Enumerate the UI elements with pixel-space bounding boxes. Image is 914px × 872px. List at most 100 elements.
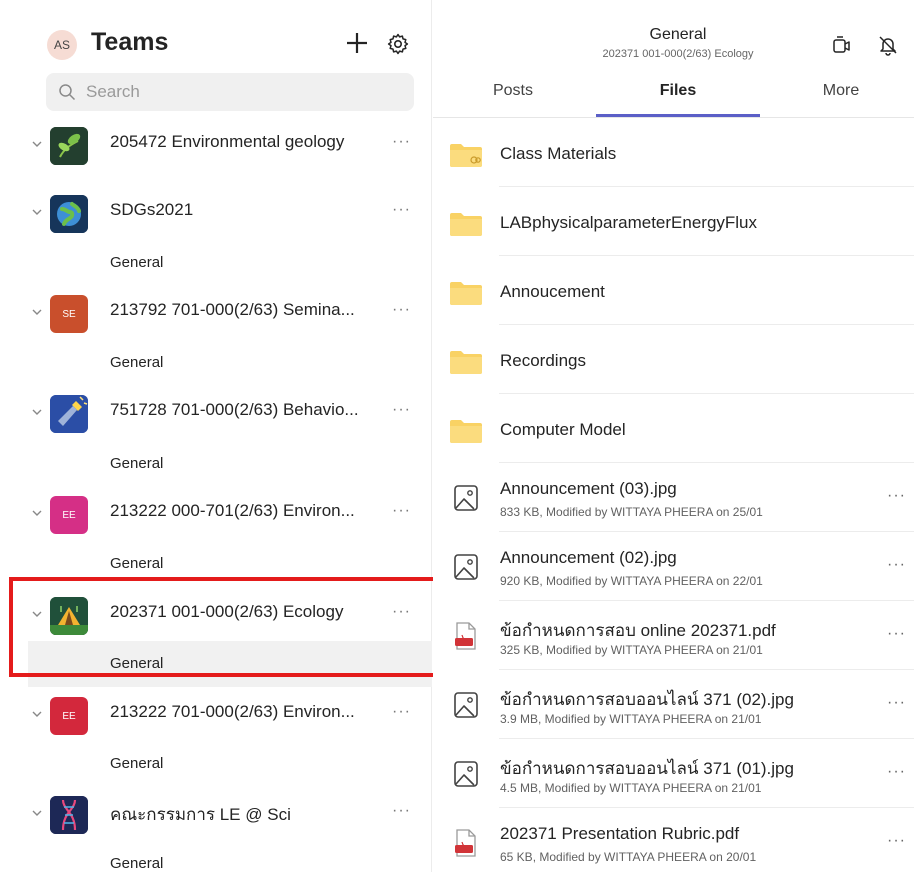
more-options-button[interactable]: ···	[887, 625, 906, 643]
team-name: SDGs2021	[110, 200, 194, 219]
bell-off-icon[interactable]	[877, 34, 899, 56]
team-row[interactable]: EE 213222 701-000(2/63) Environ... ···	[0, 687, 432, 741]
search-input[interactable]	[86, 73, 396, 111]
channel-name: General	[110, 655, 164, 672]
folder-icon	[450, 213, 482, 236]
channel-item-general[interactable]: General	[0, 541, 432, 587]
folder-name: Annoucement	[500, 282, 605, 301]
folder-name: Class Materials	[500, 144, 617, 163]
more-options-button[interactable]: ···	[887, 763, 906, 781]
team-avatar-dna-icon	[50, 796, 88, 834]
teams-header: AS Teams	[0, 0, 432, 72]
user-avatar[interactable]: AS	[47, 30, 77, 60]
channel-item-general[interactable]: General	[0, 741, 432, 787]
file-name: Announcement (03).jpg	[500, 479, 677, 498]
more-options-button[interactable]: ···	[392, 603, 411, 621]
more-options-button[interactable]: ···	[392, 401, 411, 419]
gear-icon[interactable]	[386, 32, 410, 56]
search-icon	[59, 84, 76, 101]
more-options-button[interactable]: ···	[887, 832, 906, 850]
chevron-down-icon[interactable]	[31, 406, 43, 418]
file-row[interactable]: Announcement (03).jpg 833 KB, Modified b…	[433, 463, 914, 532]
file-meta: 325 KB, Modified by WITTAYA PHEERA on 21…	[500, 643, 763, 657]
file-name: ข้อกำหนดการสอบออนไลน์ 371 (02).jpg	[500, 690, 794, 709]
more-options-button[interactable]: ···	[887, 694, 906, 712]
folder-row[interactable]: Annoucement	[433, 256, 914, 325]
file-row[interactable]: 202371 Presentation Rubric.pdf 65 KB, Mo…	[433, 808, 914, 872]
channel-item-general-selected[interactable]: General	[28, 641, 432, 687]
add-team-button[interactable]	[344, 30, 370, 56]
chevron-down-icon[interactable]	[31, 206, 43, 218]
team-avatar-tent-icon	[50, 597, 88, 635]
team-row[interactable]: EE 213222 000-701(2/63) Environ... ···	[0, 486, 432, 540]
team-row[interactable]: 202371 001-000(2/63) Ecology ···	[0, 587, 432, 641]
team-name: 213222 701-000(2/63) Environ...	[110, 702, 355, 721]
more-options-button[interactable]: ···	[392, 703, 411, 721]
team-avatar-initials: SE	[50, 295, 88, 333]
file-name: 202371 Presentation Rubric.pdf	[500, 824, 740, 843]
image-file-icon	[454, 692, 478, 718]
channel-item-general[interactable]: General	[0, 340, 432, 386]
pdf-file-icon	[455, 829, 476, 857]
more-options-button[interactable]: ···	[887, 556, 906, 574]
channel-item-general[interactable]: General	[0, 841, 432, 872]
team-avatar-initials: EE	[50, 496, 88, 534]
team-row[interactable]: 205472 Environmental geology ···	[0, 117, 432, 171]
active-tab-indicator	[596, 114, 760, 117]
channel-item-general[interactable]: General	[0, 441, 432, 487]
chevron-down-icon[interactable]	[31, 306, 43, 318]
file-row[interactable]: Announcement (02).jpg 920 KB, Modified b…	[433, 532, 914, 601]
file-meta: 920 KB, Modified by WITTAYA PHEERA on 22…	[500, 574, 763, 588]
page-title: Teams	[91, 28, 169, 56]
channel-name: General	[110, 455, 164, 472]
chevron-down-icon[interactable]	[31, 708, 43, 720]
team-row[interactable]: 751728 701-000(2/63) Behavio... ···	[0, 385, 432, 439]
image-file-icon	[454, 554, 478, 580]
channel-name: General	[110, 555, 164, 572]
image-file-icon	[454, 761, 478, 787]
tab-posts[interactable]: Posts	[473, 82, 553, 100]
meet-video-icon[interactable]	[831, 34, 853, 56]
tab-files[interactable]: Files	[633, 82, 723, 100]
chevron-down-icon[interactable]	[31, 608, 43, 620]
folder-name: Computer Model	[500, 420, 626, 439]
more-options-button[interactable]: ···	[392, 502, 411, 520]
channel-name: General	[110, 354, 164, 371]
more-options-button[interactable]: ···	[392, 301, 411, 319]
team-row[interactable]: SE 213792 701-000(2/63) Semina... ···	[0, 285, 432, 339]
image-file-icon	[454, 485, 478, 511]
team-name: 205472 Environmental geology	[110, 132, 345, 151]
more-options-button[interactable]: ···	[392, 201, 411, 219]
chevron-down-icon[interactable]	[31, 138, 43, 150]
team-name: คณะกรรมการ LE @ Sci	[110, 805, 291, 824]
channel-pane: General 202371 001-000(2/63) Ecology Pos…	[433, 0, 914, 872]
teams-pane: AS Teams 205472 Environmental geology ··…	[0, 0, 445, 872]
tab-more[interactable]: More	[801, 82, 881, 100]
channel-name: General	[110, 855, 164, 872]
more-options-button[interactable]: ···	[392, 133, 411, 151]
shared-folder-icon	[450, 144, 482, 167]
file-row[interactable]: ข้อกำหนดการสอบ online 202371.pdf 325 KB,…	[433, 601, 914, 670]
folder-row[interactable]: Recordings	[433, 325, 914, 394]
folder-row[interactable]: Computer Model	[433, 394, 914, 463]
channel-name: General	[110, 254, 164, 271]
team-row[interactable]: SDGs2021 ···	[0, 185, 432, 239]
file-meta: 833 KB, Modified by WITTAYA PHEERA on 25…	[500, 505, 763, 519]
channel-item-general[interactable]: General	[0, 240, 432, 286]
team-row[interactable]: คณะกรรมการ LE @ Sci ···	[0, 786, 432, 840]
chevron-down-icon[interactable]	[31, 507, 43, 519]
team-name: 751728 701-000(2/63) Behavio...	[110, 400, 359, 419]
file-row[interactable]: ข้อกำหนดการสอบออนไลน์ 371 (01).jpg 4.5 M…	[433, 739, 914, 808]
folder-icon	[450, 282, 482, 305]
more-options-button[interactable]: ···	[887, 487, 906, 505]
more-options-button[interactable]: ···	[392, 802, 411, 820]
file-meta: 3.9 MB, Modified by WITTAYA PHEERA on 21…	[500, 712, 762, 726]
folder-name: Recordings	[500, 351, 586, 370]
search-bar[interactable]	[46, 73, 414, 111]
file-row[interactable]: ข้อกำหนดการสอบออนไลน์ 371 (02).jpg 3.9 M…	[433, 670, 914, 739]
folder-row[interactable]: LABphysicalparameterEnergyFlux	[433, 187, 914, 256]
chevron-down-icon[interactable]	[31, 807, 43, 819]
folder-row[interactable]: Class Materials	[433, 118, 914, 187]
file-name: ข้อกำหนดการสอบ online 202371.pdf	[500, 621, 776, 640]
file-meta: 4.5 MB, Modified by WITTAYA PHEERA on 21…	[500, 781, 762, 795]
